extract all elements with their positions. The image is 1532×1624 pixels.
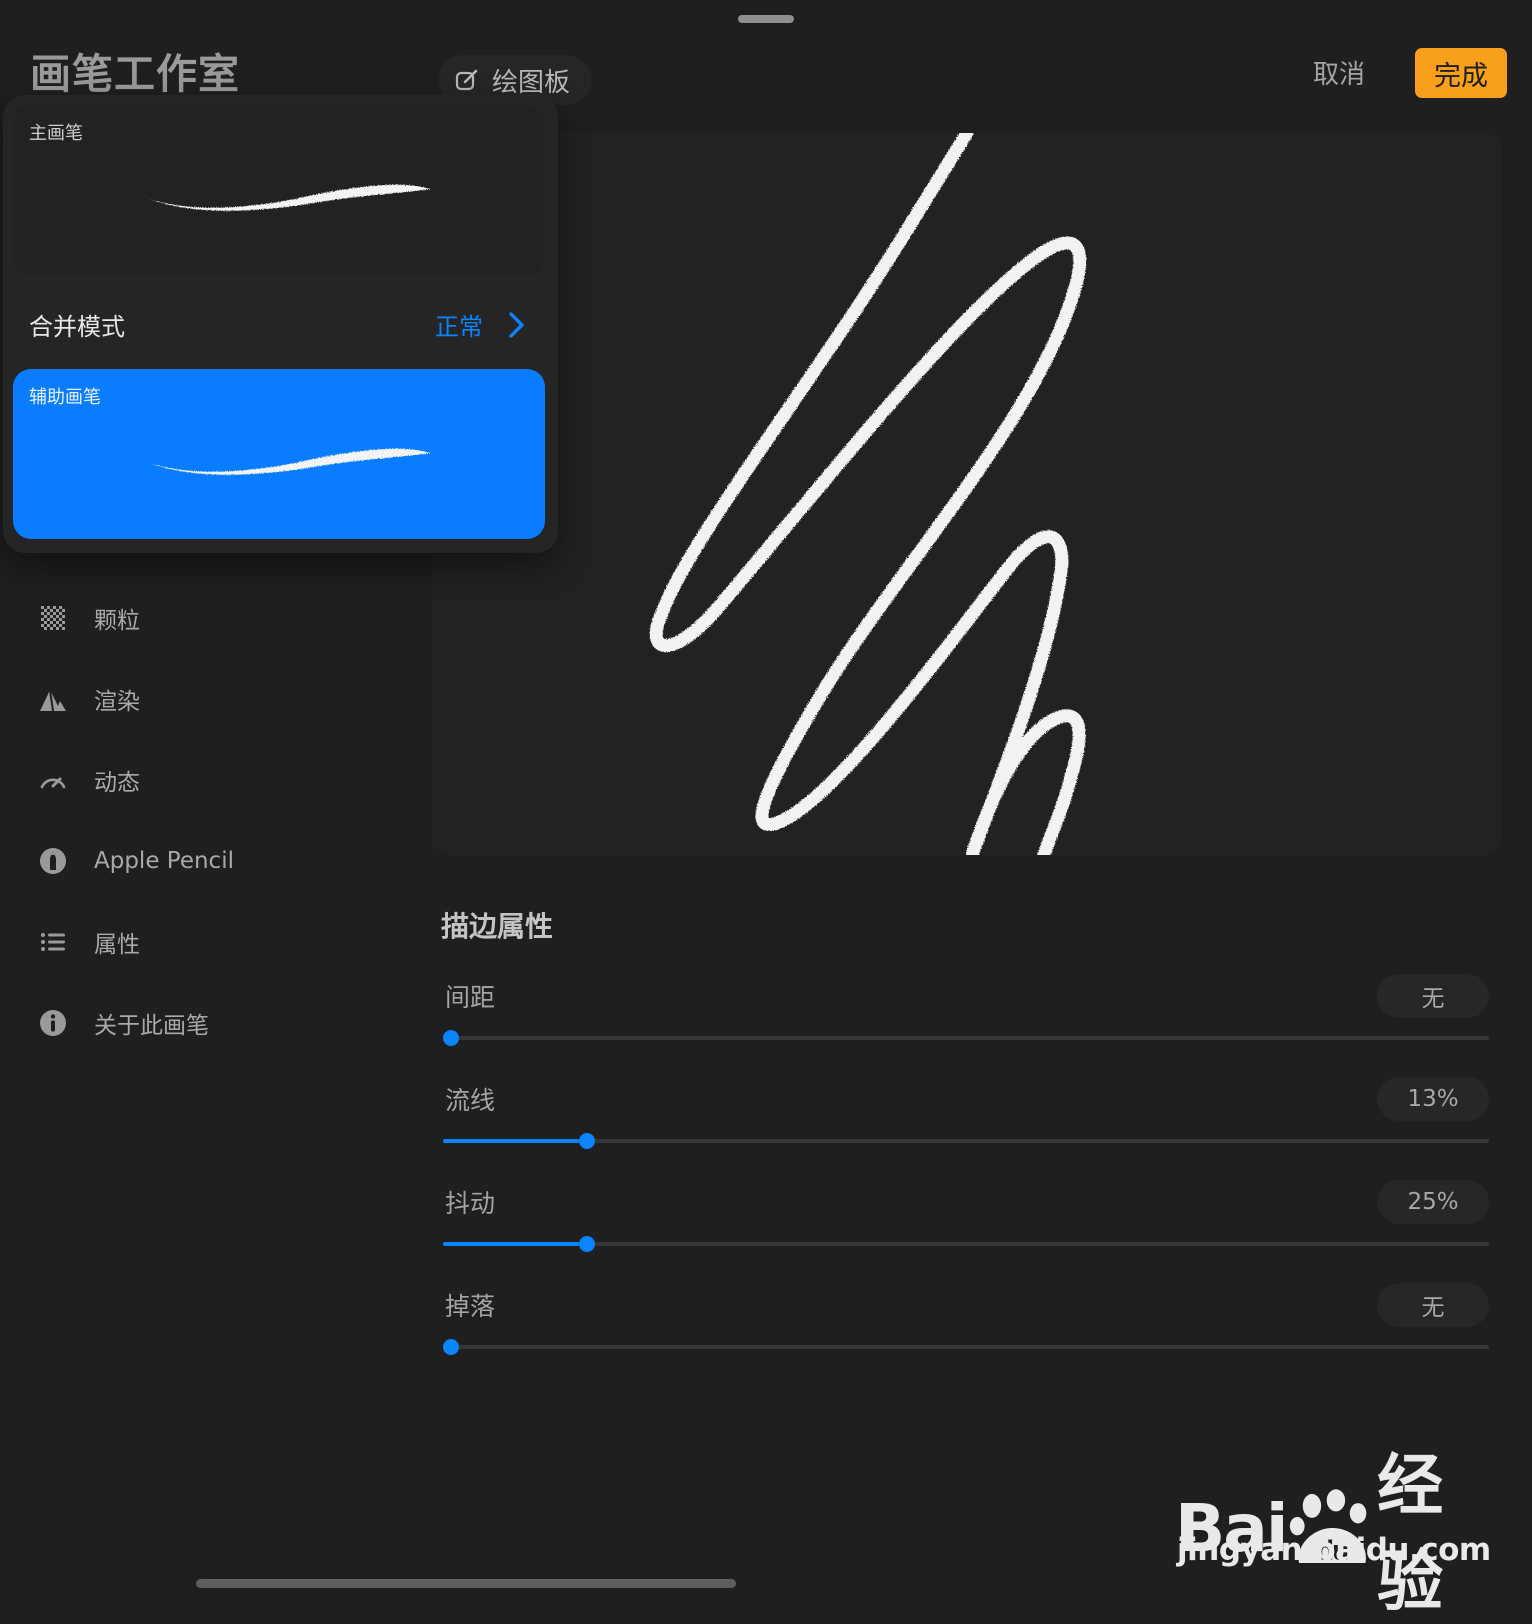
slider-thumb[interactable]	[443, 1030, 459, 1046]
blend-mode-row[interactable]: 合并模式 正常	[13, 285, 545, 361]
slider-thumb[interactable]	[443, 1339, 459, 1355]
sidebar-item-label: 属性	[94, 932, 140, 958]
slider-spacing: 间距 无	[441, 974, 1489, 1068]
sidebar-item-label: Apple Pencil	[94, 848, 234, 874]
baidu-jingyan-watermark: Bai du 经验 jingyan.baidu.com	[1175, 1432, 1495, 1620]
brush-stroke-thumbnail	[149, 448, 431, 475]
brush-popover: 主画笔 合并模式 正常 辅助画笔	[3, 95, 558, 553]
render-icon	[38, 684, 68, 714]
sidebar-item-label: 关于此画笔	[94, 1013, 209, 1039]
slider-value[interactable]: 无	[1377, 974, 1489, 1018]
slider-streamline: 流线 13%	[441, 1077, 1489, 1171]
slider-jitter: 抖动 25%	[441, 1180, 1489, 1274]
slider-value[interactable]: 无	[1377, 1283, 1489, 1327]
watermark-url: jingyan.baidu.com	[1177, 1532, 1491, 1568]
slider-fill	[443, 1139, 579, 1143]
blend-mode-value: 正常	[435, 313, 483, 341]
sidebar-item-label: 颗粒	[94, 608, 140, 634]
slider-falloff: 掉落 无	[441, 1283, 1489, 1377]
secondary-brush-card[interactable]: 辅助画笔	[13, 369, 545, 539]
watermark-logo: Bai du 经验	[1175, 1432, 1495, 1624]
sidebar-item-about[interactable]: 关于此画笔	[38, 998, 209, 1048]
sidebar-item-apple-pencil[interactable]: Apple Pencil	[38, 836, 234, 886]
sidebar-item-render[interactable]: 渲染	[38, 674, 140, 724]
brush-preview-canvas[interactable]	[432, 133, 1502, 855]
sidebar-item-label: 动态	[94, 770, 140, 796]
sheet-grabber[interactable]	[738, 15, 794, 23]
slider-label: 掉落	[445, 1292, 496, 1321]
done-button[interactable]: 完成	[1415, 48, 1507, 98]
primary-brush-label: 主画笔	[29, 123, 83, 144]
sidebar-item-dynamics[interactable]: 动态	[38, 755, 140, 805]
chevron-right-icon	[509, 312, 524, 338]
slider-label: 抖动	[445, 1189, 496, 1218]
home-indicator[interactable]	[196, 1579, 736, 1588]
preview-stroke	[649, 133, 1087, 855]
slider-track[interactable]	[443, 1030, 1489, 1046]
primary-brush-card[interactable]: 主画笔	[13, 105, 545, 275]
cancel-button[interactable]: 取消	[1313, 54, 1365, 91]
slider-fill	[443, 1242, 579, 1246]
list-icon	[38, 927, 68, 957]
slider-track[interactable]	[443, 1339, 1489, 1355]
canvas-button-label: 绘图板	[492, 67, 571, 98]
sidebar-item-label: 渲染	[94, 689, 140, 715]
sidebar-item-properties[interactable]: 属性	[38, 917, 140, 967]
slider-track[interactable]	[443, 1133, 1489, 1149]
slider-value[interactable]: 25%	[1377, 1180, 1489, 1224]
slider-label: 流线	[445, 1086, 496, 1115]
sidebar-item-grain[interactable]: 颗粒	[38, 593, 140, 643]
dynamics-icon	[38, 765, 68, 795]
slider-thumb[interactable]	[578, 1236, 595, 1252]
watermark-logo-suffix: 经验	[1377, 1447, 1443, 1620]
secondary-brush-label: 辅助画笔	[29, 387, 101, 408]
slider-value[interactable]: 13%	[1377, 1077, 1489, 1121]
apple-pencil-icon	[38, 846, 68, 876]
section-title: 描边属性	[441, 910, 554, 943]
slider-label: 间距	[445, 983, 496, 1012]
brush-stroke-thumbnail	[149, 184, 431, 211]
grain-icon	[38, 603, 68, 633]
page-title: 画笔工作室	[30, 50, 240, 98]
slider-track[interactable]	[443, 1236, 1489, 1252]
edit-icon	[455, 69, 478, 91]
slider-thumb[interactable]	[578, 1133, 595, 1149]
blend-mode-label: 合并模式	[29, 313, 125, 341]
info-icon	[38, 1008, 68, 1038]
